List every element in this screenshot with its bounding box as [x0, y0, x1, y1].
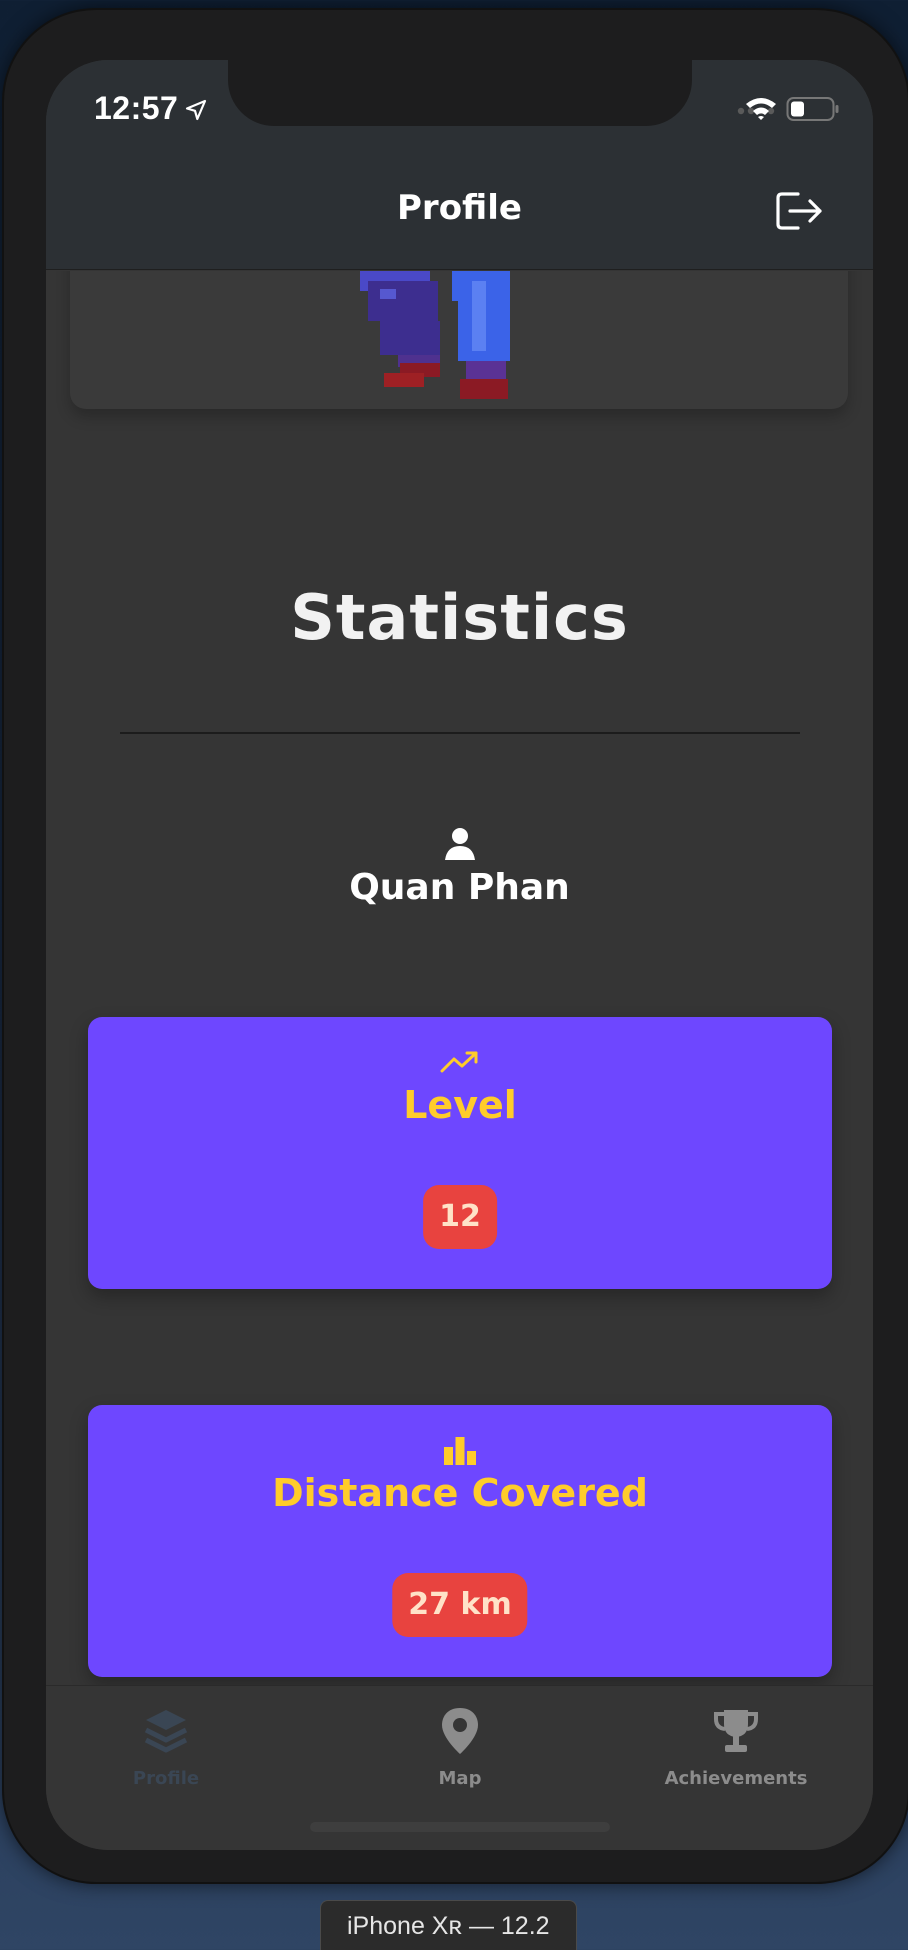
statistics-heading: Statistics: [290, 581, 629, 654]
user-icon: [445, 828, 475, 860]
home-indicator: [310, 1822, 610, 1832]
map-pin-icon: [442, 1708, 478, 1754]
page-title: Profile: [397, 188, 522, 228]
tab-achievements-label: Achievements: [664, 1768, 808, 1789]
trending-up-icon: [440, 1051, 478, 1073]
distance-label: Distance Covered: [272, 1471, 648, 1515]
status-time: 12:57: [94, 90, 179, 126]
status-bar: 12:57: [46, 60, 873, 160]
location-arrow-icon: [185, 99, 207, 121]
navigation-header: Profile: [46, 160, 873, 270]
app-screen: 12:57 Profile Statistics Quan Phan Level…: [46, 60, 873, 1850]
trophy-icon: [714, 1710, 758, 1752]
user-name: Quan Phan: [349, 867, 570, 908]
tab-profile[interactable]: Profile: [46, 1698, 286, 1798]
section-divider: [120, 732, 800, 734]
tab-map-label: Map: [438, 1768, 482, 1789]
tab-achievements[interactable]: Achievements: [616, 1698, 856, 1798]
bar-chart-icon: [444, 1437, 476, 1465]
avatar-card: [70, 271, 848, 409]
device-notch: [228, 60, 692, 126]
logout-icon[interactable]: [774, 188, 824, 234]
simulator-device-label: iPhone Xʀ — 12.2: [320, 1900, 577, 1950]
battery-icon: [786, 97, 839, 121]
level-value-badge: 12: [423, 1185, 497, 1249]
wifi-icon: [746, 98, 776, 120]
iphone-simulator-frame: 12:57 Profile Statistics Quan Phan Level…: [4, 10, 908, 1882]
level-label: Level: [403, 1083, 517, 1127]
tab-profile-label: Profile: [132, 1768, 200, 1789]
distance-card: Distance Covered 27 km: [88, 1405, 832, 1677]
level-card: Level 12: [88, 1017, 832, 1289]
scroll-content[interactable]: Statistics Quan Phan Level 12 Distance C…: [46, 271, 873, 1735]
tab-map[interactable]: Map: [340, 1698, 580, 1798]
layers-icon: [144, 1710, 188, 1753]
distance-value-badge: 27 km: [392, 1573, 528, 1637]
character-sprite: [360, 271, 510, 399]
